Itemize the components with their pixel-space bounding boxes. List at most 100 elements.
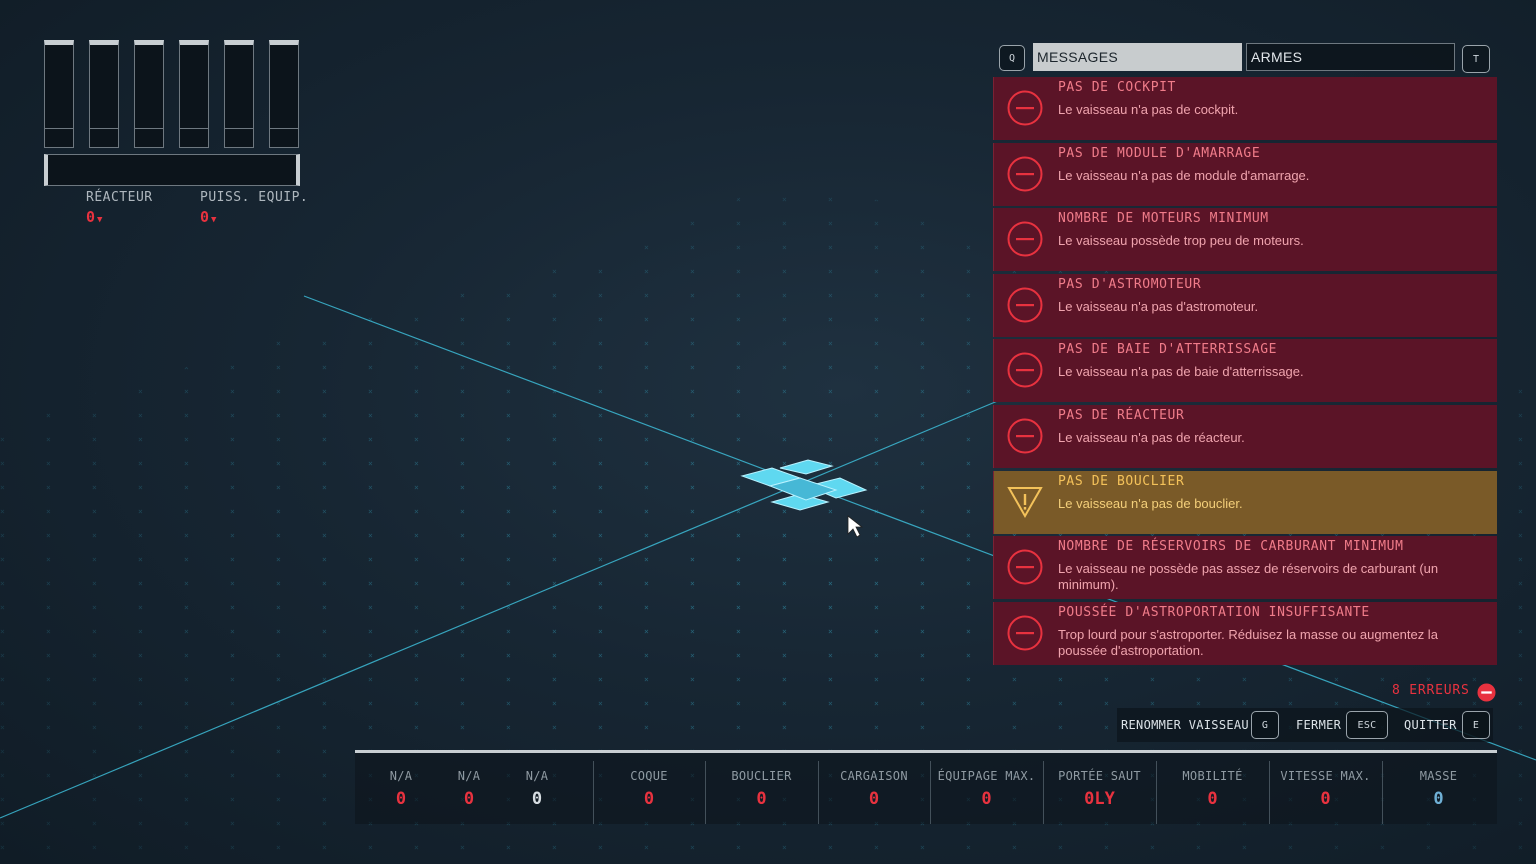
message-description: Le vaisseau n'a pas de cockpit. [1058, 102, 1239, 117]
power-panel: RÉACTEUR PUISS. EQUIP. 0 ▼ 0 ▼ [44, 40, 314, 230]
stat-value: 0 [756, 789, 767, 809]
message-item[interactable]: PAS DE BAIE D'ATTERRISSAGE Le vaisseau n'… [993, 339, 1497, 403]
stat-label: MOBILITÉ [1182, 769, 1243, 783]
stat-cell: N/A 0 [435, 761, 503, 824]
reactor-power-bar[interactable] [44, 40, 74, 148]
message-description: Le vaisseau n'a pas de baie d'atterrissa… [1058, 364, 1304, 380]
error-minus-icon [1007, 90, 1043, 126]
warning-triangle-icon [1007, 486, 1043, 518]
error-count: 8 ERREURS [1392, 683, 1470, 698]
message-description: Trop lourd pour s'astroporter. Réduisez … [1058, 626, 1438, 658]
stat-cell: PORTÉE SAUT 0LY [1043, 761, 1156, 824]
action-bar: RENOMMER VAISSEAU G FERMER ESC QUITTER E [1117, 708, 1493, 742]
close-key-badge[interactable]: ESC [1346, 711, 1388, 739]
equip-power-label: PUISS. EQUIP. [200, 190, 309, 205]
rename-ship-label[interactable]: RENOMMER VAISSEAU [1121, 718, 1249, 732]
message-item[interactable]: PAS DE BOUCLIER Le vaisseau n'a pas de bo… [993, 470, 1497, 534]
down-arrow-icon: ▼ [97, 215, 103, 225]
close-label[interactable]: FERMER [1296, 718, 1341, 732]
stat-cell: COQUE 0 [593, 761, 705, 824]
stat-label: MASSE [1419, 769, 1458, 783]
stat-label: BOUCLIER [731, 769, 792, 783]
stat-value: 0 [463, 789, 475, 809]
message-item[interactable]: PAS DE RÉACTEUR Le vaisseau n'a pas de ré… [993, 404, 1497, 468]
stat-label: N/A [525, 769, 549, 783]
message-title: PAS DE MODULE D'AMARRAGE [1058, 145, 1261, 161]
stat-cell: VITESSE MAX. 0 [1269, 761, 1382, 824]
stat-value: 0LY [1084, 789, 1115, 809]
error-minus-icon [1007, 156, 1043, 192]
equipment-power-bar[interactable] [44, 154, 300, 186]
stat-value: 0 [531, 789, 543, 809]
stat-label: ÉQUIPAGE MAX. [937, 769, 1036, 783]
stat-label: N/A [457, 769, 481, 783]
message-title: NOMBRE DE RÉSERVOIRS DE CARBURANT MINIMU… [1058, 539, 1404, 555]
message-item[interactable]: NOMBRE DE MOTEURS MINIMUM Le vaisseau pos… [993, 208, 1497, 272]
equip-power-value: 0 ▼ [200, 208, 216, 226]
stat-cell: ÉQUIPAGE MAX. 0 [930, 761, 1043, 824]
error-minus-icon [1007, 418, 1043, 454]
stat-value: 0 [1207, 789, 1218, 809]
key-t-badge[interactable]: T [1462, 45, 1490, 73]
quit-key-badge[interactable]: E [1462, 711, 1490, 739]
message-item[interactable]: PAS DE MODULE D'AMARRAGE Le vaisseau n'a … [993, 142, 1497, 206]
message-description: Le vaisseau n'a pas d'astromoteur. [1058, 298, 1259, 314]
ship-stats-bar: N/A 0 N/A 0 N/A 0 COQUE 0 BOUCLIER 0 CARGAISON 0 ÉQU… [355, 750, 1497, 824]
message-title: PAS DE BOUCLIER [1058, 473, 1185, 489]
message-title: PAS DE BAIE D'ATTERRISSAGE [1058, 342, 1278, 358]
reactor-label: RÉACTEUR [86, 190, 153, 205]
quit-label[interactable]: QUITTER [1404, 718, 1457, 732]
reactor-value-text: 0 [86, 208, 96, 226]
message-item[interactable]: PAS D'ASTROMOTEUR Le vaisseau n'a pas d'a… [993, 273, 1497, 337]
stat-cell: MASSE 0 [1382, 761, 1495, 824]
reactor-power-bar[interactable] [224, 40, 254, 148]
error-minus-icon [1007, 549, 1043, 585]
error-minus-icon [1477, 683, 1496, 702]
equip-power-value-text: 0 [200, 208, 210, 226]
reactor-power-bar[interactable] [89, 40, 119, 148]
message-title: PAS DE RÉACTEUR [1058, 407, 1185, 423]
error-minus-icon [1007, 221, 1043, 257]
message-item[interactable]: POUSSÉE D'ASTROPORTATION INSUFFISANTE Tro… [993, 601, 1497, 665]
stat-label: PORTÉE SAUT [1058, 769, 1141, 783]
rename-key-badge[interactable]: G [1251, 711, 1279, 739]
message-title: POUSSÉE D'ASTROPORTATION INSUFFISANTE [1058, 604, 1370, 620]
stat-label: VITESSE MAX. [1280, 769, 1371, 783]
message-description: Le vaisseau ne possède pas assez de rése… [1058, 561, 1439, 593]
stat-cell: N/A 0 [503, 761, 571, 824]
error-minus-icon [1007, 615, 1043, 651]
tab-armes[interactable]: ARMES [1246, 43, 1455, 71]
stat-cell: BOUCLIER 0 [705, 761, 818, 824]
stat-label: N/A [389, 769, 413, 783]
reactor-power-bar[interactable] [134, 40, 164, 148]
message-list: PAS DE COCKPIT Le vaisseau n'a pas de coc… [993, 77, 1497, 667]
message-description: Le vaisseau n'a pas de réacteur. [1058, 429, 1245, 445]
error-minus-icon [1007, 287, 1043, 323]
reactor-power-bar[interactable] [269, 40, 299, 148]
tab-messages[interactable]: MESSAGES [1033, 43, 1242, 71]
stat-cell: N/A 0 [367, 761, 435, 824]
stat-label: COQUE [630, 769, 668, 783]
message-item[interactable]: NOMBRE DE RÉSERVOIRS DE CARBURANT MINIMU… [993, 536, 1497, 600]
message-description: Le vaisseau n'a pas de module d'amarrage… [1058, 167, 1310, 183]
stat-value: 0 [643, 789, 655, 809]
error-minus-icon [1007, 352, 1043, 388]
message-description: Le vaisseau possède trop peu de moteurs. [1058, 233, 1304, 249]
stat-value: 0 [981, 789, 992, 809]
reactor-value: 0 ▼ [86, 208, 102, 226]
down-arrow-icon: ▼ [211, 215, 217, 225]
stat-value: 0 [1320, 789, 1331, 809]
stat-value: 0 [395, 789, 407, 809]
stat-cell: CARGAISON 0 [818, 761, 930, 824]
stat-cell: MOBILITÉ 0 [1156, 761, 1269, 824]
stat-value: 0 [868, 789, 880, 809]
reactor-power-bar[interactable] [179, 40, 209, 148]
message-title: PAS DE COCKPIT [1058, 80, 1176, 95]
stat-value: 0 [1433, 789, 1444, 809]
stat-label: CARGAISON [840, 769, 908, 783]
message-item[interactable]: PAS DE COCKPIT Le vaisseau n'a pas de coc… [993, 77, 1497, 140]
message-title: PAS D'ASTROMOTEUR [1058, 276, 1202, 292]
message-title: NOMBRE DE MOTEURS MINIMUM [1058, 211, 1269, 227]
message-description: Le vaisseau n'a pas de bouclier. [1058, 495, 1243, 511]
key-q-badge[interactable]: Q [999, 45, 1025, 71]
